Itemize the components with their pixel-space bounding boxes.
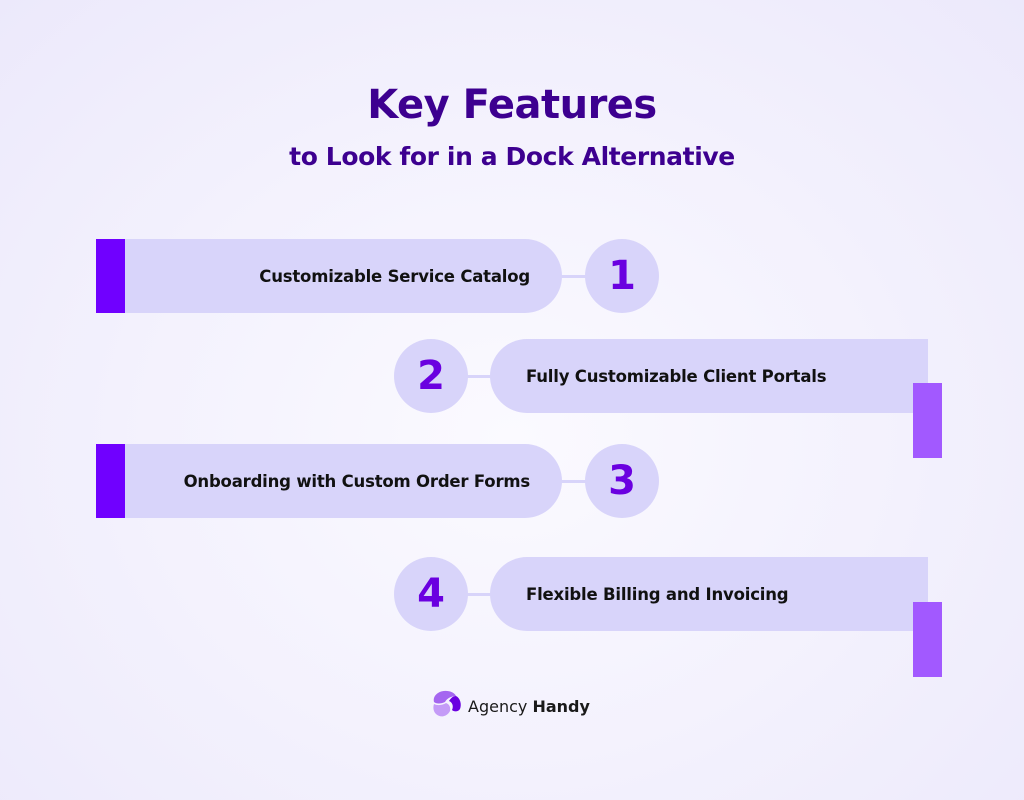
feature-label: Onboarding with Custom Order Forms	[183, 471, 531, 491]
feature-number-badge: 2	[394, 339, 468, 413]
feature-card: Fully Customizable Client Portals	[490, 339, 928, 413]
agency-handy-logo-icon	[432, 690, 462, 723]
accent-bar	[96, 444, 125, 518]
brand-name: Agency Handy	[468, 697, 590, 716]
feature-card: Flexible Billing and Invoicing	[490, 557, 928, 631]
connector-line	[560, 480, 588, 483]
brand-name-bold: Handy	[532, 697, 590, 716]
page-title: Key Features	[367, 82, 657, 128]
connector-line	[560, 275, 588, 278]
accent-bar	[96, 239, 125, 313]
brand-footer: Agency Handy	[432, 690, 590, 723]
feature-label: Fully Customizable Client Portals	[526, 366, 827, 386]
brand-name-regular: Agency	[468, 697, 528, 716]
feature-number-badge: 4	[394, 557, 468, 631]
accent-bar	[913, 602, 942, 677]
feature-card: Customizable Service Catalog	[96, 239, 562, 313]
feature-label: Customizable Service Catalog	[259, 266, 530, 286]
feature-label: Flexible Billing and Invoicing	[526, 584, 789, 604]
feature-number-badge: 1	[585, 239, 659, 313]
feature-number-badge: 3	[585, 444, 659, 518]
feature-card: Onboarding with Custom Order Forms	[96, 444, 562, 518]
page-subtitle: to Look for in a Dock Alternative	[289, 142, 735, 171]
accent-bar	[913, 383, 942, 458]
